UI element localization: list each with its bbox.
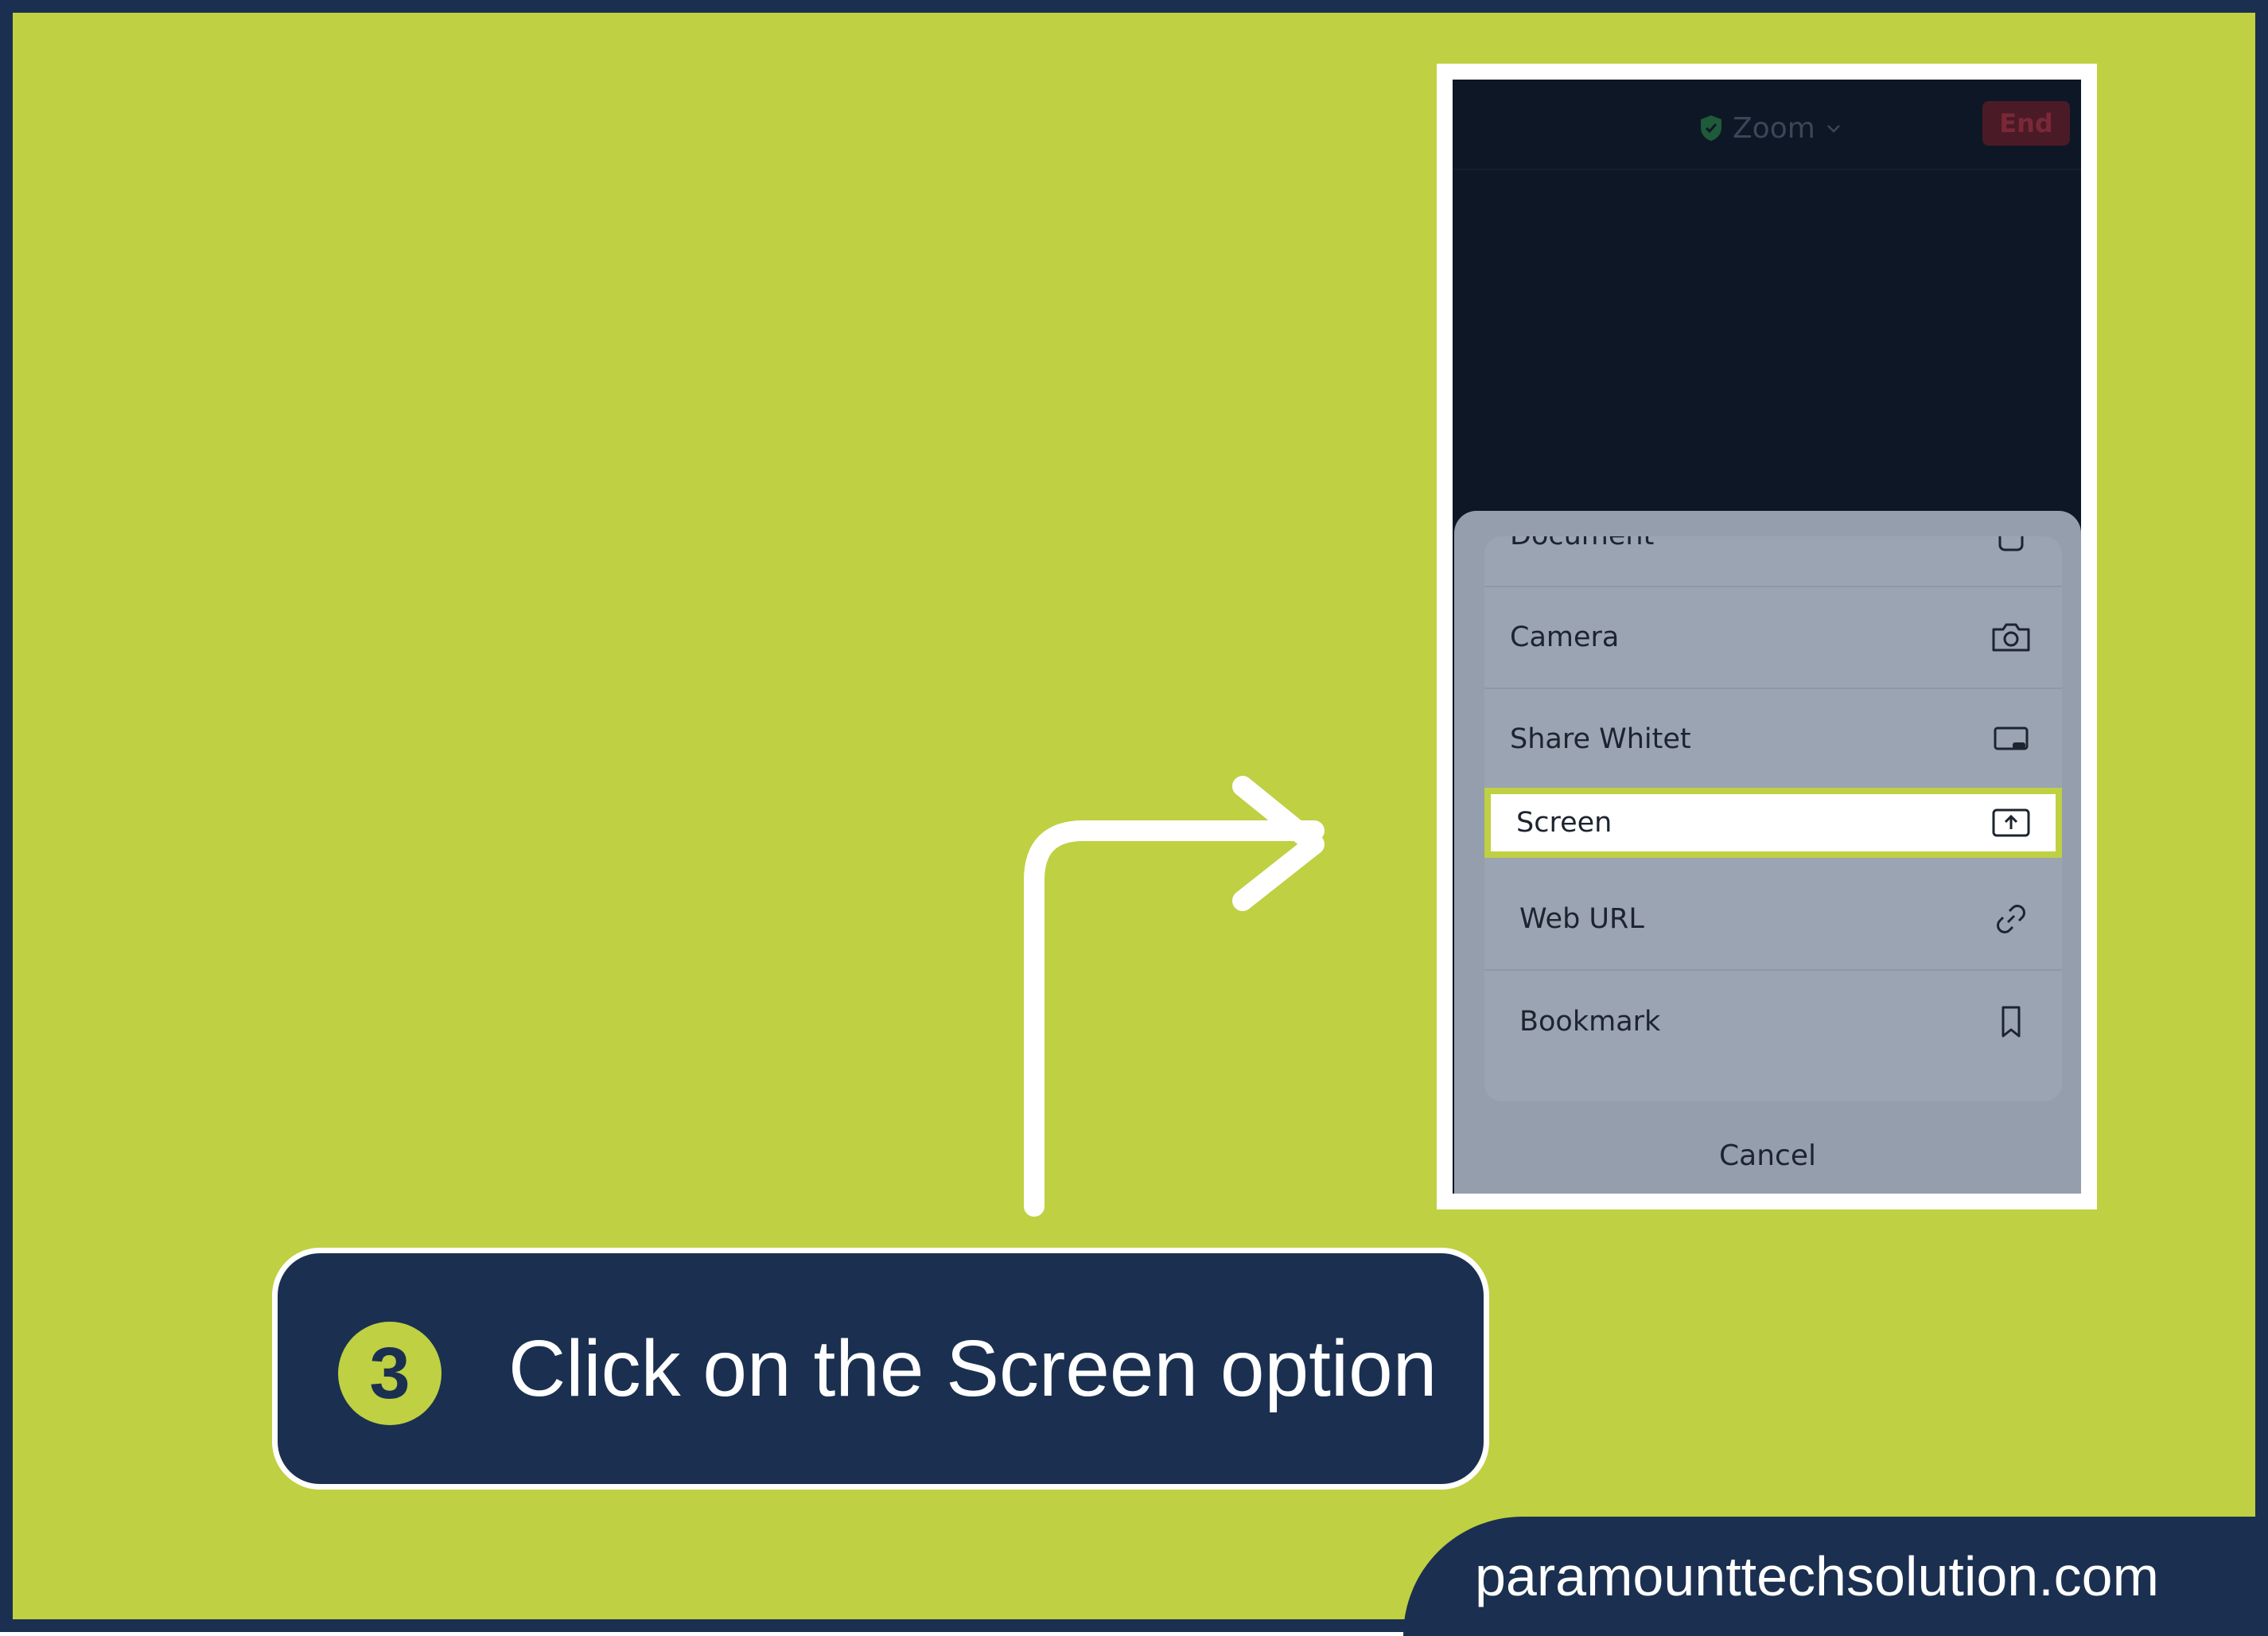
share-options-list: Document Camera <box>1484 536 2062 1101</box>
footer-banner: paramounttechsolution.com <box>1403 1517 2268 1636</box>
share-option-whiteboard[interactable]: Share Whitet <box>1484 689 2062 791</box>
share-option-web-url[interactable]: Web URL <box>1484 869 2062 971</box>
end-meeting-button[interactable]: End <box>1982 101 2070 146</box>
cancel-button[interactable]: Cancel <box>1454 1132 2081 1179</box>
shield-icon <box>1701 115 1721 141</box>
meeting-title-dropdown[interactable]: Zoom <box>1699 108 1842 148</box>
whiteboard-icon <box>1989 717 2033 762</box>
share-option-label: Document <box>1510 536 1654 586</box>
meeting-top-bar: Zoom End <box>1453 80 2081 170</box>
share-option-label: Screen <box>1516 807 1612 839</box>
share-screen-icon <box>1989 800 2033 845</box>
step-number-badge: 3 <box>338 1322 442 1425</box>
instruction-text: Click on the Screen option <box>508 1323 1437 1413</box>
bookmark-icon <box>1989 999 2033 1044</box>
share-option-document[interactable]: Document <box>1484 536 2062 587</box>
share-option-label: Share Whitet <box>1510 723 1691 755</box>
chevron-down-icon <box>1826 125 1840 133</box>
phone-screenshot-card: Zoom End Document Camera <box>1437 64 2097 1209</box>
share-sheet: Document Camera <box>1454 511 2081 1194</box>
camera-icon <box>1989 615 2033 660</box>
link-icon <box>1989 897 2033 941</box>
pointer-arrow-icon <box>1024 776 1325 1217</box>
share-option-bookmark[interactable]: Bookmark <box>1484 971 2062 1073</box>
share-option-label: Web URL <box>1519 903 1644 935</box>
document-icon <box>1989 536 2033 558</box>
website-url: paramounttechsolution.com <box>1475 1545 2159 1607</box>
meeting-title: Zoom <box>1733 111 1815 145</box>
instruction-banner: 3 Click on the Screen option <box>272 1248 1489 1490</box>
zoom-app-screen: Zoom End Document Camera <box>1453 80 2081 1194</box>
tutorial-frame: Zoom End Document Camera <box>0 0 2268 1636</box>
share-option-camera[interactable]: Camera <box>1484 587 2062 689</box>
share-option-label: Camera <box>1510 621 1620 653</box>
share-option-screen[interactable]: Screen <box>1484 788 2062 858</box>
share-option-label: Bookmark <box>1519 1006 1661 1038</box>
